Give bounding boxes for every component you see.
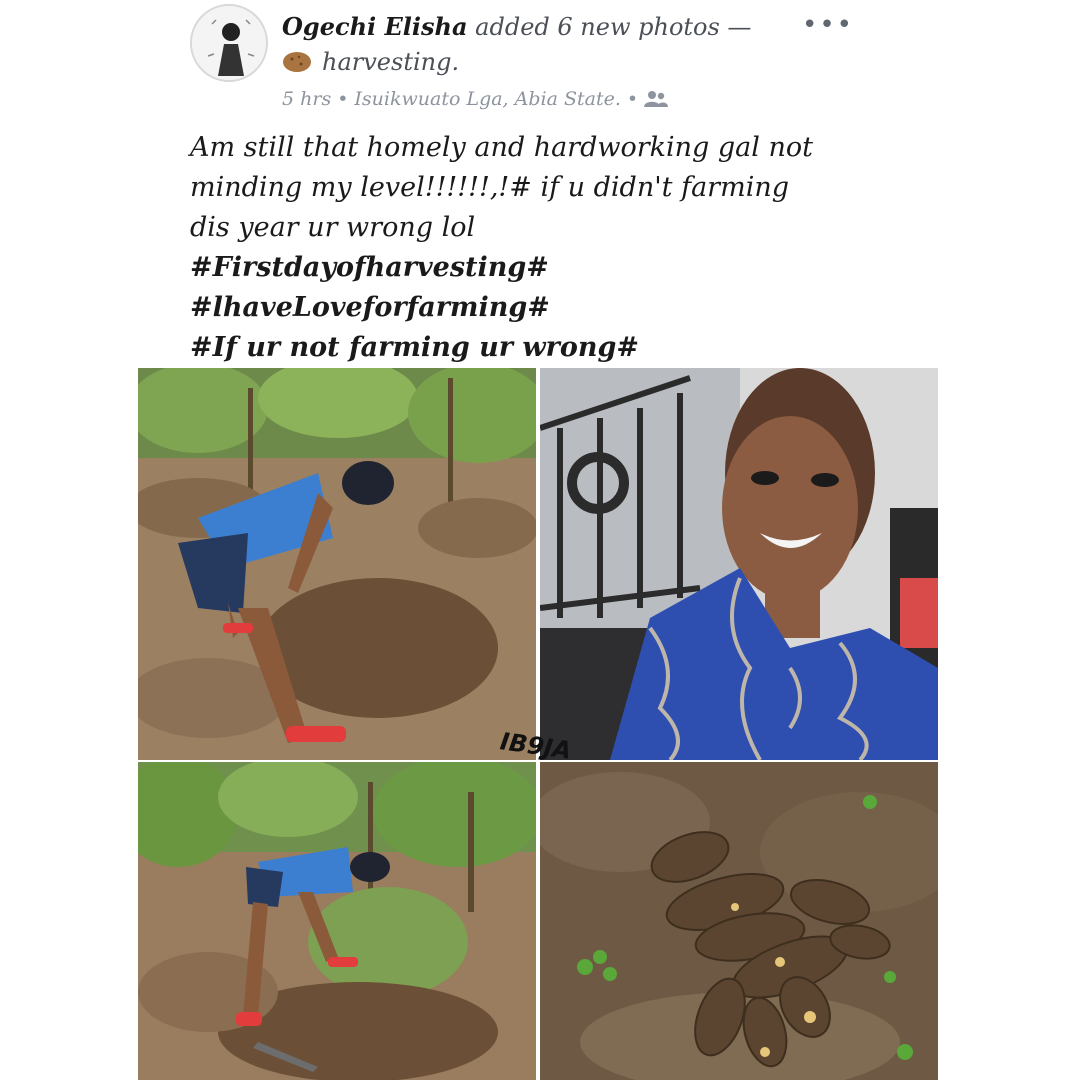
- post-location[interactable]: Isuikwuato Lga, Abia State.: [354, 88, 620, 110]
- meta-separator: •: [337, 88, 349, 110]
- post-text-line: dis year ur wrong lol: [190, 212, 476, 243]
- feeling-line: harvesting.: [282, 48, 459, 76]
- post-meta: 5 hrs • Isuikwuato Lga, Abia State. •: [282, 88, 669, 110]
- author-name[interactable]: Ogechi Elisha: [282, 12, 468, 41]
- more-options-button[interactable]: •••: [802, 10, 854, 40]
- post-text-line: minding my level!!!!!!,!# if u didn't fa…: [190, 172, 789, 203]
- post-header: Ogechi Elisha added 6 new photos — harve…: [190, 2, 852, 114]
- hashtag[interactable]: #Firstdayofharvesting#: [190, 248, 870, 288]
- post-text-line: Am still that homely and hardworking gal…: [190, 132, 813, 163]
- hashtag[interactable]: #If ur not farming ur wrong#: [190, 328, 870, 368]
- photo-woman-harvesting[interactable]: [138, 762, 536, 1080]
- post-text: Am still that homely and hardworking gal…: [190, 128, 870, 368]
- post-action-text: added 6 new photos —: [467, 13, 752, 41]
- post-time[interactable]: 5 hrs: [282, 88, 331, 110]
- potato-icon: [283, 52, 311, 72]
- hashtag[interactable]: #lhaveLoveforfarming#: [190, 288, 870, 328]
- meta-separator: •: [626, 88, 639, 110]
- photo-harvested-yams[interactable]: [540, 762, 938, 1080]
- author-line: Ogechi Elisha added 6 new photos —: [282, 12, 751, 41]
- friends-icon[interactable]: [644, 90, 669, 108]
- photo-grid: [138, 368, 938, 1080]
- profile-avatar[interactable]: [190, 4, 268, 82]
- photo-portrait[interactable]: [540, 368, 938, 760]
- photo-woman-digging[interactable]: [138, 368, 536, 760]
- feeling-text[interactable]: harvesting.: [322, 48, 459, 76]
